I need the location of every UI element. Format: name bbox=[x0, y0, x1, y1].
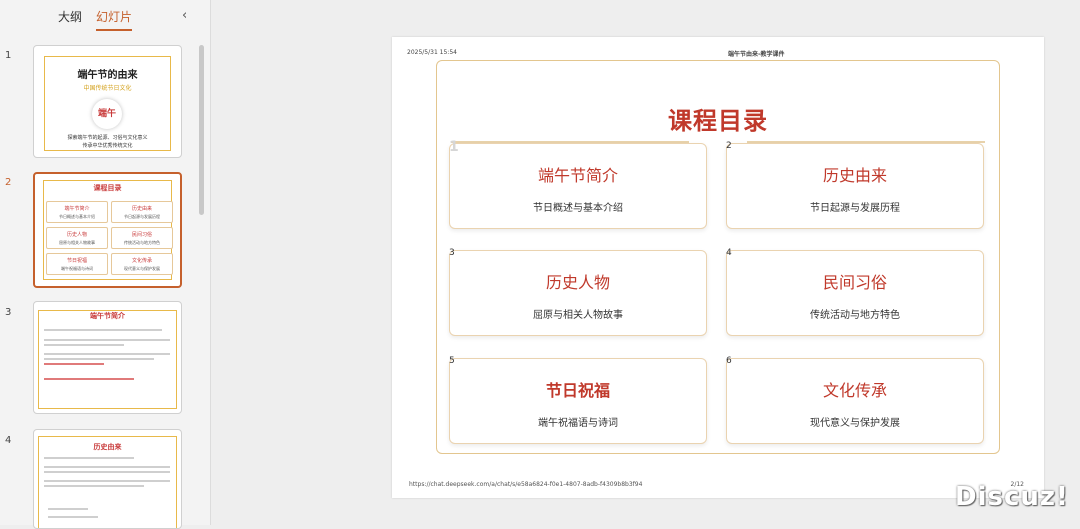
thumbnail-card: 历史由来 节日起源与发展历程 bbox=[111, 201, 173, 223]
toc-card-4[interactable]: 4 民间习俗 传统活动与地方特色 bbox=[726, 248, 984, 336]
tab-outline[interactable]: 大纲 bbox=[58, 8, 82, 31]
text-line bbox=[44, 480, 170, 482]
card-number: 6 bbox=[726, 356, 732, 366]
toc-card-5[interactable]: 5 节日祝福 端午祝福语与诗词 bbox=[449, 356, 707, 444]
text-line bbox=[44, 485, 144, 487]
toc-card-6[interactable]: 6 文化传承 现代意义与保护发展 bbox=[726, 356, 984, 444]
thumbnail-card-desc: 端午祝福语与诗词 bbox=[61, 266, 93, 271]
text-line bbox=[44, 471, 170, 473]
thumbnail-title: 课程目录 bbox=[93, 184, 122, 192]
thumbnail-card-desc: 节日概述与基本介绍 bbox=[59, 214, 95, 219]
discuz-watermark: Discuz! bbox=[955, 482, 1069, 512]
thumbnail-card-title: 历史人物 bbox=[66, 232, 87, 238]
card-title: 端午节简介 bbox=[537, 166, 618, 185]
thumbnail-title: 端午节简介 bbox=[90, 312, 125, 320]
main-slide[interactable]: 2025/5/31 15:54 端午节由来-教学课件 课程目录 1 端午节简介 … bbox=[392, 37, 1044, 498]
thumbnail-desc-line: 传承中华优秀传统文化 bbox=[82, 143, 133, 149]
text-line bbox=[44, 344, 124, 346]
thumbnail-title: 历史由来 bbox=[93, 443, 122, 451]
slide-number: 4 bbox=[5, 435, 12, 446]
slide-number: 3 bbox=[5, 307, 12, 318]
thumbnail-card-desc: 现代意义与保护发展 bbox=[124, 266, 160, 271]
text-line bbox=[44, 466, 170, 468]
thumbnail-card: 节日祝福 端午祝福语与诗词 bbox=[46, 253, 108, 275]
toc-card-2[interactable]: 2 历史由来 节日起源与发展历程 bbox=[726, 141, 984, 229]
thumbnail-card-title: 民间习俗 bbox=[131, 232, 152, 238]
thumbnail-card-desc: 节日起源与发展历程 bbox=[124, 214, 160, 219]
page-title: 课程目录 bbox=[668, 107, 768, 135]
thumbnail-description: 探索端午节的起源、习俗与文化意义 传承中华优秀传统文化 bbox=[34, 134, 181, 150]
thumbnail-card-desc: 传统活动与地方特色 bbox=[124, 240, 160, 245]
text-line bbox=[44, 339, 170, 341]
slide-number: 2 bbox=[5, 177, 12, 188]
card-title: 文化传承 bbox=[822, 381, 887, 400]
thumbnail-card-title: 文化传承 bbox=[131, 258, 152, 264]
slide-header-title: 端午节由来-教学课件 bbox=[728, 51, 785, 58]
slide-navigator-panel: 大纲 幻灯片 ‹ 1 端午节的由来 中国传统节日文化 端午 探索端午节的起源、习… bbox=[0, 0, 211, 529]
thumbnail-card-title: 端午节简介 bbox=[64, 206, 90, 212]
thumbnail-card: 民间习俗 传统活动与地方特色 bbox=[111, 227, 173, 249]
card-number: 5 bbox=[449, 356, 455, 366]
text-line bbox=[44, 329, 162, 331]
slide-thumbnail-2[interactable]: 课程目录 端午节简介 节日概述与基本介绍 历史由来 节日起源与发展历程 历史人物… bbox=[33, 172, 182, 288]
text-line bbox=[44, 457, 134, 459]
card-title: 民间习俗 bbox=[822, 273, 887, 292]
card-title: 历史人物 bbox=[545, 273, 610, 292]
slide-frame: 课程目录 1 端午节简介 节日概述与基本介绍 2 历史由来 节日起源与发展历程 … bbox=[436, 60, 1000, 454]
thumbnail-title: 端午节的由来 bbox=[77, 70, 138, 81]
card-title: 节日祝福 bbox=[545, 381, 610, 400]
slide-number: 1 bbox=[5, 50, 12, 61]
card-description: 端午祝福语与诗词 bbox=[538, 418, 618, 429]
thumbnail-subtitle: 中国传统节日文化 bbox=[83, 85, 132, 92]
thumbnail-card-title: 历史由来 bbox=[131, 206, 152, 212]
thumbnail-card: 文化传承 现代意义与保护发展 bbox=[111, 253, 173, 275]
view-tabs: 大纲 幻灯片 bbox=[58, 8, 133, 31]
thumbnail-badge: 端午 bbox=[92, 99, 122, 129]
toc-card-3[interactable]: 3 历史人物 屈原与相关人物故事 bbox=[449, 248, 707, 336]
card-description: 节日概述与基本介绍 bbox=[533, 203, 623, 214]
slide-thumbnail-3[interactable]: 端午节简介 bbox=[33, 301, 182, 414]
card-title: 历史由来 bbox=[822, 166, 887, 185]
card-description: 节日起源与发展历程 bbox=[810, 203, 900, 214]
slide-thumbnail-1[interactable]: 端午节的由来 中国传统节日文化 端午 探索端午节的起源、习俗与文化意义 传承中华… bbox=[33, 45, 182, 158]
chevron-left-icon[interactable]: ‹ bbox=[182, 8, 187, 23]
thumbnail-card: 端午节简介 节日概述与基本介绍 bbox=[46, 201, 108, 223]
card-description: 传统活动与地方特色 bbox=[810, 310, 900, 321]
tab-slides[interactable]: 幻灯片 bbox=[96, 8, 133, 31]
thumbnail-card-title: 节日祝福 bbox=[66, 258, 87, 264]
card-number: 2 bbox=[726, 141, 732, 151]
card-description: 屈原与相关人物故事 bbox=[533, 310, 623, 321]
text-line bbox=[48, 516, 98, 518]
slide-footer-url: https://chat.deepseek.com/a/chat/s/e58a6… bbox=[409, 481, 643, 488]
card-number: 3 bbox=[449, 248, 455, 258]
text-line bbox=[44, 353, 170, 355]
text-line bbox=[44, 363, 104, 365]
thumbnail-card-desc: 屈原与相关人物故事 bbox=[59, 240, 95, 245]
text-line bbox=[44, 378, 134, 380]
panel-scrollbar[interactable] bbox=[199, 45, 204, 215]
text-line bbox=[44, 358, 154, 360]
card-number: 1 bbox=[449, 139, 459, 155]
toc-card-1[interactable]: 1 端午节简介 节日概述与基本介绍 bbox=[449, 139, 707, 229]
slide-header-date: 2025/5/31 15:54 bbox=[407, 49, 457, 56]
thumbnail-desc-line: 探索端午节的起源、习俗与文化意义 bbox=[67, 135, 148, 141]
thumbnail-card: 历史人物 屈原与相关人物故事 bbox=[46, 227, 108, 249]
slide-thumbnail-4[interactable]: 历史由来 bbox=[33, 429, 182, 529]
card-description: 现代意义与保护发展 bbox=[810, 418, 900, 429]
text-line bbox=[48, 508, 88, 510]
card-number: 4 bbox=[726, 248, 732, 258]
